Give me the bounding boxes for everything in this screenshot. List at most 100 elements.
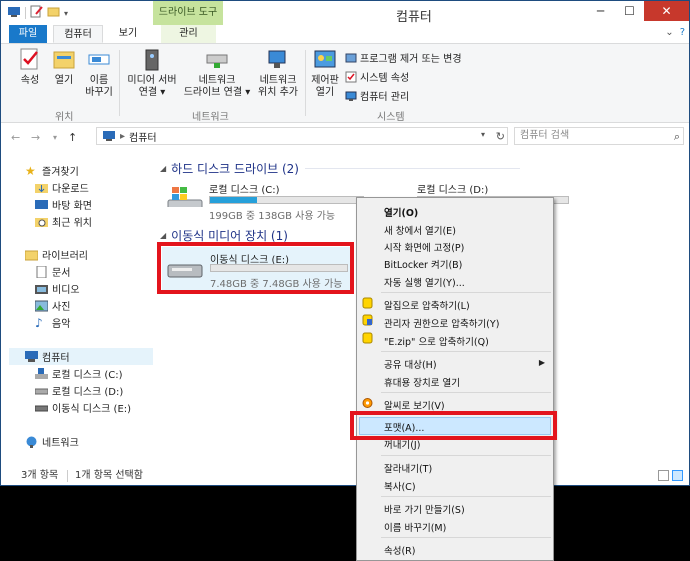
drive-c-item[interactable]: 로컬 디스크 (C:) 199GB 중 138GB 사용 가능 [166,181,376,222]
menu-open-new-window[interactable]: 새 창에서 열기(E) [384,223,456,237]
menu-alsee-view[interactable]: 알씨로 보기(V) [384,398,445,412]
menu-autoplay[interactable]: 자동 실행 열기(Y)... [384,275,465,289]
menu-create-shortcut[interactable]: 바로 가기 만들기(S) [384,502,465,516]
recent-dropdown-icon[interactable]: ▾ [53,133,57,142]
menu-share[interactable]: 공유 대상(H) [384,357,437,371]
tab-file[interactable]: 파일 [9,25,47,43]
menu-portable-device[interactable]: 휴대용 장치로 열기 [384,375,460,389]
menu-zip-compress[interactable]: "E.zip" 으로 압축하기(Q) [384,334,489,348]
add-network-label-2: 위치 추가 [258,87,298,98]
properties-check-icon [17,47,43,73]
dropdown-chevron-icon[interactable]: ▾ [64,9,68,18]
network-location-icon [265,47,291,73]
menu-separator [381,292,551,293]
nav-pictures[interactable]: 사진 [34,298,71,313]
nav-videos[interactable]: 비디오 [35,281,80,296]
nav-favorites[interactable]: ★ 즐겨찾기 [25,163,79,179]
status-divider [67,470,68,482]
recent-places-icon [35,216,48,228]
uninstall-program-button[interactable]: 프로그램 제거 또는 변경 [345,50,462,65]
menu-admin-compress[interactable]: 관리자 권한으로 압축하기(Y) [384,316,499,330]
media-server-button[interactable]: 미디어 서버 연결 ▾ [123,44,181,99]
properties-icon[interactable] [30,5,43,21]
nav-network-label: 네트워크 [42,438,79,449]
map-network-drive-button[interactable]: 네트워크 드라이브 연결 ▾ [181,44,253,99]
breadcrumb-computer[interactable]: 컴퓨터 [129,129,157,144]
back-arrow-icon[interactable]: ← [11,131,20,144]
nav-computer[interactable]: 컴퓨터 [25,349,70,364]
qat-separator [25,7,26,19]
location-group-label: 위치 [55,112,74,123]
nav-music[interactable]: ♪ 음악 [35,315,71,331]
programs-icon [345,53,357,62]
up-arrow-icon[interactable]: ↑ [68,131,77,144]
forward-arrow-icon[interactable]: → [31,131,40,144]
properties-button[interactable]: 속성 [15,44,45,87]
view-switcher [658,470,683,481]
drive-d-name: 로컬 디스크 (D:) [417,185,489,196]
menu-bitlocker[interactable]: BitLocker 켜기(B) [384,257,462,271]
nav-network[interactable]: 네트워크 [25,434,79,449]
tab-manage[interactable]: 관리 [161,25,216,43]
help-icon[interactable]: ? [680,27,685,38]
nav-libraries[interactable]: 라이브러리 [24,247,88,262]
new-folder-icon[interactable] [47,5,60,21]
menu-properties[interactable]: 속성(R) [384,543,416,557]
navigation-pane: ★ 즐겨찾기 다운로드 바탕 화면 최근 위치 라이브러리 문서 비디오 사진 … [1,151,153,461]
app-icon[interactable] [7,6,21,21]
search-icon[interactable]: ⌕ [674,129,680,145]
ribbon-controls: ⌄ ? [665,27,685,38]
window-controls: ─ ☐ ✕ [586,1,689,21]
open-button[interactable]: 열기 [49,44,79,87]
close-button[interactable]: ✕ [644,1,689,21]
menu-rename[interactable]: 이름 바꾸기(M) [384,520,446,534]
tab-computer[interactable]: 컴퓨터 [53,25,103,43]
nav-drive-c[interactable]: 로컬 디스크 (C:) [35,366,123,381]
details-view-button[interactable] [658,470,669,481]
nav-recent[interactable]: 최근 위치 [35,214,92,229]
alsee-icon [362,398,373,408]
nav-desktop[interactable]: 바탕 화면 [35,197,92,212]
system-properties-button[interactable]: 시스템 속성 [345,69,409,84]
hdd-group-header[interactable]: ◢ 하드 디스크 드라이브 (2) [160,160,520,177]
nav-documents[interactable]: 문서 [35,264,70,279]
tiles-view-button[interactable] [672,470,683,481]
nav-desktop-label: 바탕 화면 [52,201,92,212]
nav-downloads[interactable]: 다운로드 [35,180,89,195]
add-network-location-button[interactable]: 네트워크 위치 추가 [255,44,301,99]
nav-drive-e-label: 이동식 디스크 (E:) [52,404,132,415]
maximize-button[interactable]: ☐ [615,1,644,21]
control-panel-label-1: 제어판 [311,75,339,86]
ribbon-expand-icon[interactable]: ⌄ [665,27,673,38]
nav-documents-label: 문서 [52,268,71,279]
computer-management-button[interactable]: 컴퓨터 관리 [345,88,409,103]
drive-tools-context-tab: 드라이브 도구 [153,1,223,25]
address-dropdown-icon[interactable]: ▾ [481,130,485,139]
nav-drive-d[interactable]: 로컬 디스크 (D:) [34,383,124,398]
media-server-label-1: 미디어 서버 [127,75,177,86]
control-panel-button[interactable]: 제어판 열기 [307,44,343,99]
search-input[interactable]: 컴퓨터 검색 ⌕ [514,127,684,145]
menu-open[interactable]: 열기(O) [384,205,418,219]
drive-c-usage-fill [210,197,258,203]
menu-pin-start[interactable]: 시작 화면에 고정(P) [384,240,464,254]
nav-drive-d-label: 로컬 디스크 (D:) [52,387,124,398]
downloads-icon [35,182,48,194]
nav-pictures-label: 사진 [52,302,71,313]
menu-cut[interactable]: 잘라내기(T) [384,461,432,475]
rename-button[interactable]: 이름 바꾸기 [83,44,115,99]
computer-icon [103,131,115,141]
nav-drive-e[interactable]: 이동식 디스크 (E:) [34,400,132,415]
menu-alzip-compress[interactable]: 알집으로 압축하기(L) [384,298,470,312]
open-label: 열기 [54,75,74,86]
address-bar[interactable]: ▸ 컴퓨터 ▾ ↻ [96,127,508,145]
ribbon-divider [305,50,306,116]
window-title: 컴퓨터 [396,10,432,25]
nav-music-label: 음악 [52,319,71,330]
minimize-button[interactable]: ─ [586,1,615,21]
search-placeholder: 컴퓨터 검색 [520,130,570,141]
refresh-icon[interactable]: ↻ [496,130,505,143]
tab-view[interactable]: 보기 [111,25,145,43]
menu-copy[interactable]: 복사(C) [384,479,416,493]
videos-icon [35,283,48,295]
